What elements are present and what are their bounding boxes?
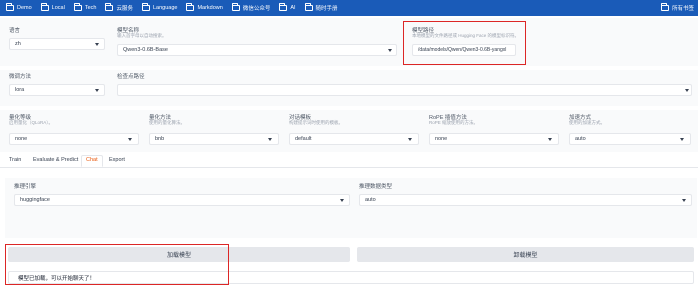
checkpoint-select[interactable] bbox=[117, 84, 692, 96]
rope-hint: RoPE 缩放使用的方法。 bbox=[429, 120, 479, 125]
bookmark-label: Demo bbox=[17, 5, 32, 11]
quant-bit-select[interactable]: none bbox=[9, 133, 139, 145]
bookmark-local[interactable]: Local bbox=[40, 3, 65, 11]
template-select[interactable]: default bbox=[289, 133, 419, 145]
folder-icon bbox=[231, 3, 240, 11]
folder-icon bbox=[141, 3, 150, 11]
chevron-down-icon bbox=[685, 89, 689, 92]
bookmark-label: 随时手册 bbox=[315, 6, 338, 12]
folder-icon bbox=[304, 3, 313, 11]
tab-export[interactable]: Export bbox=[109, 157, 125, 163]
chevron-down-icon bbox=[548, 138, 552, 141]
chevron-down-icon bbox=[340, 199, 344, 202]
highlight-box-load bbox=[5, 244, 229, 285]
folder-icon bbox=[40, 3, 49, 11]
chevron-down-icon bbox=[95, 43, 99, 46]
checkpoint-label: 检查点路径 bbox=[117, 74, 145, 80]
chevron-down-icon bbox=[408, 138, 412, 141]
language-select[interactable]: zh bbox=[9, 38, 105, 50]
bookmark-cloud[interactable]: 云服务 bbox=[105, 3, 133, 12]
all-bookmarks[interactable]: 所有书签 bbox=[660, 0, 694, 16]
bookmark-ai[interactable]: AI bbox=[279, 3, 296, 11]
quant-bit-hint: 启用量化（QLoRA）。 bbox=[9, 120, 54, 125]
bookmark-language[interactable]: Language bbox=[141, 3, 178, 11]
booster-select[interactable]: auto bbox=[569, 133, 691, 145]
bookmark-label: Tech bbox=[84, 5, 97, 11]
tab-train[interactable]: Train bbox=[9, 157, 21, 163]
folder-icon bbox=[105, 3, 114, 11]
bookmark-label: Language bbox=[152, 5, 178, 11]
quant-method-hint: 使用的量化算法。 bbox=[149, 120, 185, 125]
tab-bar: Train Evaluate & Predict Chat Export bbox=[0, 155, 698, 168]
bookmark-label: 云服务 bbox=[116, 6, 133, 12]
bookmark-tech[interactable]: Tech bbox=[73, 3, 97, 11]
third-row-panel bbox=[0, 110, 698, 152]
template-hint: 构建提示词时使用的模板。 bbox=[289, 120, 343, 125]
bookmark-label: AI bbox=[290, 5, 296, 11]
finetune-label: 微调方法 bbox=[9, 74, 32, 80]
chevron-down-icon bbox=[95, 89, 99, 92]
unload-model-button[interactable]: 卸载模型 bbox=[357, 247, 694, 262]
infer-dtype-select[interactable]: auto bbox=[359, 194, 692, 206]
all-bookmarks-label: 所有书签 bbox=[671, 6, 694, 12]
folder-icon bbox=[660, 3, 669, 11]
model-name-select[interactable]: Qwen3-0.6B-Base bbox=[117, 44, 397, 56]
tab-evaluate-predict[interactable]: Evaluate & Predict bbox=[33, 157, 78, 163]
finetune-select[interactable]: lora bbox=[9, 84, 105, 96]
chevron-down-icon bbox=[128, 138, 132, 141]
bookmark-markdown[interactable]: Markdown bbox=[186, 3, 223, 11]
highlight-box-model-path bbox=[403, 21, 526, 65]
bookmark-label: Local bbox=[51, 5, 65, 11]
model-name-hint: 输入首字母以自动搜索。 bbox=[117, 33, 167, 38]
infer-backend-label: 推理引擎 bbox=[14, 184, 37, 190]
infer-backend-select[interactable]: huggingface bbox=[14, 194, 350, 206]
chevron-down-icon bbox=[680, 138, 684, 141]
booster-hint: 使用的加速方式。 bbox=[569, 120, 605, 125]
rope-select[interactable]: none bbox=[429, 133, 559, 145]
chevron-down-icon bbox=[682, 199, 686, 202]
tab-chat[interactable]: Chat bbox=[81, 155, 103, 167]
bookmark-label: Markdown bbox=[197, 5, 223, 11]
chat-options-panel bbox=[5, 178, 697, 238]
bookmark-manual[interactable]: 随时手册 bbox=[304, 3, 338, 12]
folder-icon bbox=[6, 3, 14, 11]
folder-icon bbox=[186, 3, 195, 11]
infer-dtype-label: 推理数据类型 bbox=[359, 184, 393, 190]
bookmark-wechat[interactable]: 微信公众号 bbox=[231, 3, 271, 12]
chevron-down-icon bbox=[268, 138, 272, 141]
quant-method-select[interactable]: bnb bbox=[149, 133, 279, 145]
folder-icon bbox=[279, 3, 288, 11]
bookmarks-bar: Demo Local Tech 云服务 Language Markdown 微信… bbox=[0, 0, 698, 16]
language-label: 语言 bbox=[9, 28, 21, 34]
bookmark-demo[interactable]: Demo bbox=[6, 3, 32, 11]
folder-icon bbox=[73, 3, 82, 11]
chevron-down-icon bbox=[388, 49, 392, 52]
bookmark-label: 微信公众号 bbox=[242, 6, 271, 12]
